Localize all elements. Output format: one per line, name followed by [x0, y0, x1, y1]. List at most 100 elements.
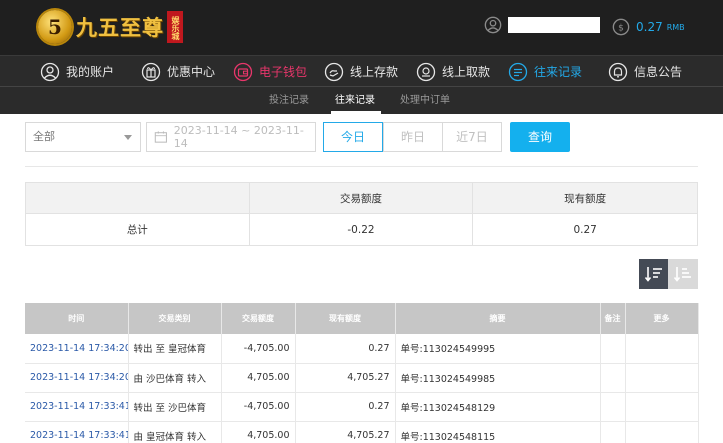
summary-cell: -0.22: [248, 213, 474, 246]
table-row[interactable]: 2023-11-14 17:33:41 由 皇冠体育 转入 4,705.00 4…: [25, 421, 699, 443]
nav-online-deposit[interactable]: 线上存款: [324, 56, 398, 87]
summary-total-row: 总计 -0.22 0.27: [25, 213, 698, 246]
logo-mark: 5: [38, 10, 72, 44]
column-header-time[interactable]: 时间: [25, 303, 129, 334]
cell-remark: [600, 392, 626, 422]
sub-nav: 投注记录 往来记录 处理中订单: [0, 86, 723, 114]
summary-header-row: 交易额度 现有额度: [25, 182, 698, 214]
user-circle-icon: [40, 62, 60, 81]
nav-label: 优惠中心: [167, 65, 216, 79]
cell-balance: 4,705.27: [295, 363, 396, 393]
records-header-row: 时间 交易类别 交易额度 现有额度 摘要 备注 更多: [25, 303, 699, 334]
cell-time: 2023-11-14 17:33:41: [25, 421, 129, 443]
nav-label: 线上取款: [442, 65, 491, 79]
tab-pending-orders[interactable]: 处理中订单: [400, 87, 450, 115]
cell-summary: 单号:113024549985: [395, 363, 601, 393]
cell-amount: -4,705.00: [221, 392, 296, 422]
balance-unit: RMB: [666, 22, 685, 32]
balance-area[interactable]: $ 0.27 RMB: [612, 18, 685, 36]
cell-more[interactable]: [625, 334, 699, 364]
logo[interactable]: 5 九五至尊 娱乐城: [38, 7, 183, 47]
table-row[interactable]: 2023-11-14 17:34:20 转出 至 皇冠体育 -4,705.00 …: [25, 334, 699, 364]
cell-balance: 0.27: [295, 392, 396, 422]
sort-descending-button[interactable]: [639, 259, 668, 289]
cell-more[interactable]: [625, 421, 699, 443]
nav-label: 线上存款: [350, 65, 399, 79]
cell-type: 转出 至 皇冠体育: [128, 334, 222, 364]
yesterday-button[interactable]: 昨日: [383, 122, 443, 152]
main-nav: 我的账户 优惠中心 电子钱包 线上存款 线上取款 往来记录 信息公告: [0, 55, 723, 86]
cell-amount: 4,705.00: [221, 363, 296, 393]
cell-type: 由 沙巴体育 转入: [128, 363, 222, 393]
table-row[interactable]: 2023-11-14 17:34:20 由 沙巴体育 转入 4,705.00 4…: [25, 363, 699, 393]
column-header-amount[interactable]: 交易额度: [221, 303, 296, 334]
column-header-summary[interactable]: 摘要: [395, 303, 601, 334]
summary-header: 现有额度: [472, 182, 698, 214]
column-header-more[interactable]: 更多: [625, 303, 699, 334]
user-icon: [484, 16, 502, 34]
cell-more[interactable]: [625, 392, 699, 422]
nav-transaction-records[interactable]: 往来记录: [508, 56, 582, 87]
wallet-icon: [233, 62, 253, 81]
nav-announcements[interactable]: 信息公告: [608, 56, 682, 87]
cell-summary: 单号:113024548129: [395, 392, 601, 422]
user-area[interactable]: [484, 16, 600, 34]
cell-remark: [600, 334, 626, 364]
cell-summary: 单号:113024549995: [395, 334, 601, 364]
cell-time: 2023-11-14 17:34:20: [25, 363, 129, 393]
nav-my-account[interactable]: 我的账户: [40, 56, 114, 87]
top-header: 5 九五至尊 娱乐城 $ 0.27 RMB: [0, 0, 723, 55]
nav-e-wallet[interactable]: 电子钱包: [233, 56, 307, 87]
type-select[interactable]: 全部: [25, 122, 141, 152]
today-button[interactable]: 今日: [323, 122, 383, 152]
nav-label: 我的账户: [66, 65, 115, 79]
column-header-remark[interactable]: 备注: [600, 303, 626, 334]
last-7-days-button[interactable]: 近7日: [442, 122, 502, 152]
withdraw-icon: [416, 62, 436, 81]
table-row[interactable]: 2023-11-14 17:33:41 转出 至 沙巴体育 -4,705.00 …: [25, 392, 699, 422]
records-icon: [508, 62, 528, 81]
summary-cell: 总计: [25, 213, 250, 246]
chevron-down-icon: [124, 135, 132, 140]
logo-seal: 娱乐城: [167, 11, 183, 43]
cell-type: 由 皇冠体育 转入: [128, 421, 222, 443]
cell-amount: 4,705.00: [221, 421, 296, 443]
username-redacted: [508, 17, 600, 33]
sort-ascending-button[interactable]: [668, 259, 698, 289]
nav-label: 往来记录: [534, 65, 583, 79]
column-header-balance[interactable]: 现有额度: [295, 303, 396, 334]
nav-promotions[interactable]: 优惠中心: [141, 56, 215, 87]
deposit-icon: [324, 62, 344, 81]
bell-icon: [608, 62, 628, 81]
cell-amount: -4,705.00: [221, 334, 296, 364]
calendar-icon: [154, 131, 167, 143]
type-select-value: 全部: [33, 130, 55, 143]
summary-table: 交易额度 现有额度 总计 -0.22 0.27: [25, 182, 698, 246]
cell-balance: 4,705.27: [295, 421, 396, 443]
nav-label: 电子钱包: [259, 65, 308, 79]
active-tab-underline: [331, 111, 381, 114]
cell-remark: [600, 363, 626, 393]
sort-ascending-icon: [673, 267, 691, 282]
balance-value: 0.27: [636, 20, 663, 34]
nav-label: 信息公告: [634, 65, 683, 79]
svg-text:$: $: [618, 24, 624, 34]
divider: [25, 166, 698, 167]
coin-icon: $: [612, 18, 630, 36]
summary-header: [25, 182, 250, 214]
date-range-input[interactable]: 2023-11-14 ~ 2023-11-14: [146, 122, 316, 152]
cell-more[interactable]: [625, 363, 699, 393]
date-range-value: 2023-11-14 ~ 2023-11-14: [173, 124, 304, 150]
nav-online-withdraw[interactable]: 线上取款: [416, 56, 490, 87]
column-header-type[interactable]: 交易类别: [128, 303, 222, 334]
cell-summary: 单号:113024548115: [395, 421, 601, 443]
cell-balance: 0.27: [295, 334, 396, 364]
tab-bet-records[interactable]: 投注记录: [269, 87, 309, 115]
gift-icon: [141, 62, 161, 81]
sort-descending-icon: [644, 267, 662, 282]
cell-type: 转出 至 沙巴体育: [128, 392, 222, 422]
records-table: 时间 交易类别 交易额度 现有额度 摘要 备注 更多 2023-11-14 17…: [25, 303, 699, 443]
summary-cell: 0.27: [472, 213, 698, 246]
cell-time: 2023-11-14 17:34:20: [25, 334, 129, 364]
query-button[interactable]: 查询: [510, 122, 570, 152]
